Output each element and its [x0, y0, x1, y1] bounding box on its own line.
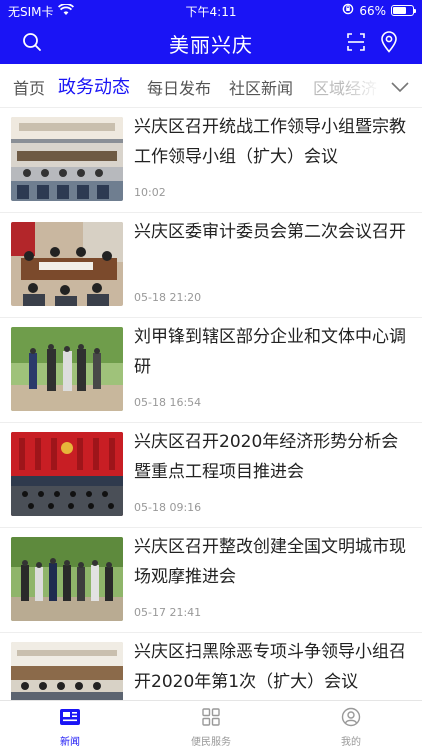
news-thumbnail [11, 117, 123, 201]
news-item[interactable]: 刘甲锋到辖区部分企业和文体中心调研 05-18 16:54 [0, 318, 422, 423]
profile-icon [341, 707, 361, 731]
news-title: 兴庆区召开统战工作领导小组暨宗教工作领导小组（扩大）会议 [134, 117, 406, 167]
news-title: 兴庆区委审计委员会第二次会议召开 [134, 222, 406, 242]
news-item[interactable]: 兴庆区扫黑除恶专项斗争领导小组召开2020年第1次（扩大）会议 [0, 633, 422, 700]
battery-percent: 66% [359, 3, 386, 18]
news-item[interactable]: 兴庆区召开统战工作领导小组暨宗教工作领导小组（扩大）会议 10:02 [0, 108, 422, 213]
nav-bar: 美丽兴庆 [0, 20, 422, 64]
battery-icon [391, 5, 416, 16]
tabbar-services[interactable]: 便民服务 [166, 707, 256, 748]
news-time: 05-17 21:41 [134, 606, 202, 619]
news-item[interactable]: 兴庆区委审计委员会第二次会议召开 05-18 21:20 [0, 213, 422, 318]
app-header: 无SIM卡 下午4:11 66% 美丽兴庆 [0, 0, 422, 64]
news-thumbnail [11, 432, 123, 516]
location-pin-icon[interactable] [380, 31, 398, 57]
grid-icon [201, 708, 221, 731]
tabbar-label: 我的 [341, 737, 361, 748]
news-item[interactable]: 兴庆区召开2020年经济形势分析会暨重点工程项目推进会 05-18 09:16 [0, 423, 422, 528]
news-title: 兴庆区召开2020年经济形势分析会暨重点工程项目推进会 [134, 432, 399, 482]
scan-icon[interactable] [346, 32, 366, 56]
chevron-down-icon[interactable] [390, 78, 410, 97]
orientation-lock-icon [342, 3, 354, 18]
news-title: 兴庆区召开整改创建全国文明城市现场观摩推进会 [134, 537, 406, 587]
tabbar-label: 新闻 [60, 737, 80, 748]
news-time: 05-18 16:54 [134, 396, 202, 409]
news-time: 05-18 09:16 [134, 501, 202, 514]
news-item[interactable]: 兴庆区召开整改创建全国文明城市现场观摩推进会 05-17 21:41 [0, 528, 422, 633]
news-list: 兴庆区召开统战工作领导小组暨宗教工作领导小组（扩大）会议 10:02 兴庆区委审… [0, 108, 422, 700]
channel-tabs: 首页 政务动态 每日发布 社区新闻 区域经济 [0, 64, 422, 108]
tabbar-label: 便民服务 [191, 737, 231, 748]
tabbar-news[interactable]: 新闻 [25, 707, 115, 748]
tab-daily-release[interactable]: 每日发布 [147, 75, 211, 99]
news-thumbnail [11, 642, 123, 700]
news-time: 10:02 [134, 186, 166, 199]
news-thumbnail [11, 537, 123, 621]
tab-community-news[interactable]: 社区新闻 [229, 75, 293, 99]
news-thumbnail [11, 222, 123, 306]
news-icon [59, 709, 81, 731]
tab-home[interactable]: 首页 [13, 75, 45, 99]
tab-government-news[interactable]: 政务动态 [58, 73, 130, 99]
news-title: 刘甲锋到辖区部分企业和文体中心调研 [134, 327, 406, 377]
news-thumbnail [11, 327, 123, 411]
status-bar: 无SIM卡 下午4:11 66% [0, 0, 422, 20]
news-time: 05-18 21:20 [134, 291, 202, 304]
bottom-tab-bar: 新闻 便民服务 我的 [0, 700, 422, 750]
tabbar-mine[interactable]: 我的 [306, 707, 396, 748]
news-title: 兴庆区扫黑除恶专项斗争领导小组召开2020年第1次（扩大）会议 [134, 642, 406, 692]
